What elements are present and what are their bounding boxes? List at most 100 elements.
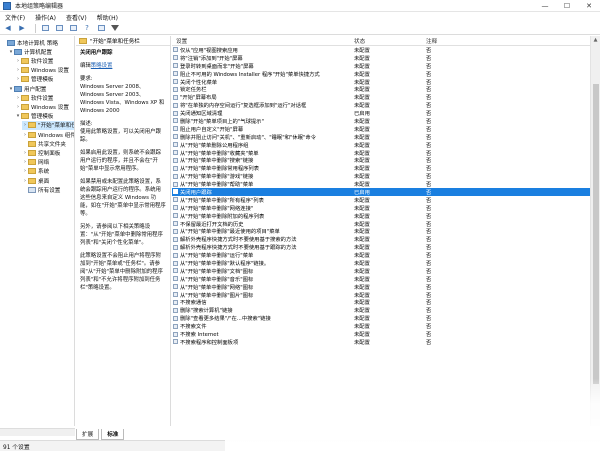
scroll-thumb[interactable] bbox=[593, 84, 599, 384]
table-row[interactable]: 仅从"应用"视图搜索应用 未配置 否 bbox=[172, 46, 590, 54]
table-row[interactable]: 关闭通知区域清理 已启用 否 bbox=[172, 109, 590, 117]
tree-horizontal-scrollbar[interactable] bbox=[0, 428, 75, 436]
tree-node[interactable]: › 网络 bbox=[22, 158, 49, 167]
close-button[interactable]: ✕ bbox=[578, 0, 600, 12]
comment-cell: 否 bbox=[426, 316, 432, 323]
table-row[interactable]: 从"开始"菜单中删除"网络连接" 未配置 否 bbox=[172, 204, 590, 212]
tree-node[interactable]: › 软件设置 bbox=[15, 93, 53, 102]
table-row[interactable]: 不搜索文件 未配置 否 bbox=[172, 322, 590, 330]
tree-node[interactable]: › 系统 bbox=[22, 167, 49, 176]
table-row[interactable]: 删除"开始"菜单项目上的"气球提示" 未配置 否 bbox=[172, 117, 590, 125]
setting-cell: 从"开始"菜单中删除常用程序列表 bbox=[172, 164, 350, 172]
table-row[interactable]: 删除"查看更多结果"/"在...中搜索"链接 未配置 否 bbox=[172, 314, 590, 322]
folder-icon[interactable] bbox=[40, 24, 50, 33]
tree-node[interactable]: › 控制面板 bbox=[22, 148, 60, 157]
setting-cell: 关闭用户跟踪 bbox=[172, 188, 350, 196]
tree-node[interactable]: 共享文件夹 bbox=[22, 139, 66, 148]
table-row[interactable]: 删除并阻止访问"关机"、"重新启动"、"睡眠"和"休眠"命令 未配置 否 bbox=[172, 133, 590, 141]
help-icon[interactable]: ? bbox=[82, 24, 92, 33]
table-row[interactable]: 阻止用户自定义"开始"屏幕 未配置 否 bbox=[172, 125, 590, 133]
menu-file[interactable]: 文件(F) bbox=[0, 13, 30, 22]
table-row[interactable]: 从"开始"菜单中删除"网络"图标 未配置 否 bbox=[172, 283, 590, 291]
table-row[interactable]: 将"注销"添加到"开始"屏幕 未配置 否 bbox=[172, 54, 590, 62]
table-row[interactable]: 从"开始"菜单中删除"帮助"菜单 未配置 否 bbox=[172, 180, 590, 188]
table-row[interactable]: 从"开始"菜单中删除"文档"图标 未配置 否 bbox=[172, 267, 590, 275]
table-row[interactable]: 从"开始"菜单中删除"音乐"图标 未配置 否 bbox=[172, 275, 590, 283]
table-row[interactable]: 锁定任务栏 未配置 否 bbox=[172, 85, 590, 93]
tree-node[interactable]: › Windows 组件 bbox=[22, 130, 74, 139]
state-cell: 未配置 bbox=[354, 308, 370, 315]
minimize-button[interactable]: — bbox=[534, 0, 556, 12]
maximize-button[interactable]: ☐ bbox=[556, 0, 578, 12]
table-row[interactable]: 从"开始"菜单删除公用程序组 未配置 否 bbox=[172, 141, 590, 149]
tree-node[interactable]: › 软件设置 bbox=[15, 56, 53, 65]
table-row[interactable]: 从"开始"菜单中删除"所有程序"列表 未配置 否 bbox=[172, 196, 590, 204]
navigation-tree: 本地计算机 策略 ▾ 计算机配置 › 软件设置 › Windows 设置 › 管理模板 ▾ 用户配置… bbox=[0, 36, 75, 426]
export-icon[interactable] bbox=[68, 24, 78, 33]
table-row[interactable]: 删除"搜索计算机"链接 未配置 否 bbox=[172, 306, 590, 314]
table-row[interactable]: 不搜索程序和控制面板项 未配置 否 bbox=[172, 338, 590, 346]
tree-node[interactable]: › 管理模板 bbox=[15, 75, 53, 84]
vertical-scrollbar[interactable]: ▲ bbox=[590, 36, 600, 426]
tree-node[interactable]: 本地计算机 策略 bbox=[1, 38, 58, 47]
setting-cell: "开始"屏幕布局 bbox=[172, 93, 350, 101]
table-row[interactable]: 不搜索通信 未配置 否 bbox=[172, 299, 590, 307]
policy-setting-icon bbox=[173, 323, 178, 329]
tree-node-label: 共享文件夹 bbox=[38, 141, 66, 148]
setting-cell: 从"开始"菜单中删除"音乐"图标 bbox=[172, 275, 350, 283]
table-row[interactable]: 从"开始"菜单中删除"游戏"链接 未配置 否 bbox=[172, 172, 590, 180]
table-row[interactable]: 从"开始"菜单中删除"最近使用的项目"菜单 未配置 否 bbox=[172, 227, 590, 235]
properties-icon[interactable] bbox=[96, 24, 106, 33]
tree-node[interactable]: › 桌面 bbox=[22, 176, 49, 185]
comment-cell: 否 bbox=[426, 79, 432, 86]
column-header-setting[interactable]: 设置 bbox=[172, 37, 350, 45]
table-row[interactable]: 从"开始"菜单中删除附加的程序列表 未配置 否 bbox=[172, 212, 590, 220]
menu-view[interactable]: 查看(V) bbox=[61, 13, 92, 22]
scroll-up-arrow-icon[interactable]: ▲ bbox=[591, 36, 600, 44]
comment-cell: 否 bbox=[426, 300, 432, 307]
table-row[interactable]: 不搜索 Internet 未配置 否 bbox=[172, 330, 590, 338]
tree-node[interactable]: ›"开始"菜单和任务栏 bbox=[22, 120, 74, 130]
tree-node[interactable]: › Windows 设置 bbox=[15, 102, 69, 111]
menu-action[interactable]: 操作(A) bbox=[30, 13, 61, 22]
edit-policy-link[interactable]: 策略设置 bbox=[91, 63, 113, 69]
menu-help[interactable]: 帮助(H) bbox=[92, 13, 123, 22]
setting-cell: 将"注销"添加到"开始"屏幕 bbox=[172, 54, 350, 62]
table-row[interactable]: 从"开始"菜单中删除"运行"菜单 未配置 否 bbox=[172, 251, 590, 259]
table-row[interactable]: 从"开始"菜单中删除常用程序列表 未配置 否 bbox=[172, 164, 590, 172]
tree-node[interactable]: ▾ 计算机配置 bbox=[8, 47, 52, 56]
tab-standard[interactable]: 标准 bbox=[101, 428, 125, 440]
table-row[interactable]: 解析外壳程序快捷方式时不要使用基于跟踪的方法 未配置 否 bbox=[172, 243, 590, 251]
table-row[interactable]: 解析外壳程序快捷方式时不要使用基于搜索的方法 未配置 否 bbox=[172, 235, 590, 243]
column-header-state[interactable]: 状态 bbox=[350, 37, 422, 45]
setting-name: 从"开始"菜单中删除"收藏夹"菜单 bbox=[180, 150, 259, 157]
folder-icon bbox=[28, 168, 36, 175]
table-row[interactable]: 不保留最近打开文档的历史 未配置 否 bbox=[172, 220, 590, 228]
setting-name: 从"开始"菜单删除公用程序组 bbox=[180, 142, 249, 149]
policy-setting-icon bbox=[173, 86, 178, 92]
tree-node[interactable]: ▾ 管理模板 bbox=[15, 112, 53, 121]
table-row[interactable]: 从"开始"菜单中删除"图片"图标 未配置 否 bbox=[172, 291, 590, 299]
column-header-comment[interactable]: 注释 bbox=[422, 37, 482, 45]
tree-node[interactable]: › Windows 设置 bbox=[15, 66, 69, 75]
forward-icon[interactable]: ▶ bbox=[17, 24, 27, 33]
policy-setting-icon bbox=[173, 47, 178, 53]
tree-node-label: 管理模板 bbox=[31, 114, 54, 121]
table-row[interactable]: 关闭个性化菜单 未配置 否 bbox=[172, 78, 590, 86]
table-row[interactable]: 登录时转到桌面而非"开始"屏幕 未配置 否 bbox=[172, 62, 590, 70]
table-row[interactable]: 从"开始"菜单中删除"收藏夹"菜单 未配置 否 bbox=[172, 149, 590, 157]
filter-icon[interactable] bbox=[110, 24, 120, 33]
policy-title: 关闭用户跟踪 bbox=[80, 50, 113, 56]
table-row[interactable]: 从"开始"菜单中删除"搜索"链接 未配置 否 bbox=[172, 156, 590, 164]
computer-icon bbox=[7, 39, 15, 46]
table-row[interactable]: 将"在单独的内存空间运行"复选框添加到"运行"对话框 未配置 否 bbox=[172, 101, 590, 109]
table-row[interactable]: "开始"屏幕布局 未配置 否 bbox=[172, 93, 590, 101]
tab-extended[interactable]: 扩展 bbox=[76, 428, 100, 440]
table-row[interactable]: 阻止不可用的 Windows Installer 程序"开始"菜单快捷方式 未配置… bbox=[172, 70, 590, 78]
list-icon[interactable] bbox=[54, 24, 64, 33]
tree-node[interactable]: 所有设置 bbox=[22, 185, 60, 194]
back-icon[interactable]: ◀ bbox=[3, 24, 13, 33]
table-row[interactable]: 从"开始"菜单中删除"默认程序"链接。 未配置 否 bbox=[172, 259, 590, 267]
table-row[interactable]: 关闭用户跟踪 已启用 否 bbox=[172, 188, 590, 196]
tree-node[interactable]: ▾ 用户配置 bbox=[8, 84, 46, 93]
